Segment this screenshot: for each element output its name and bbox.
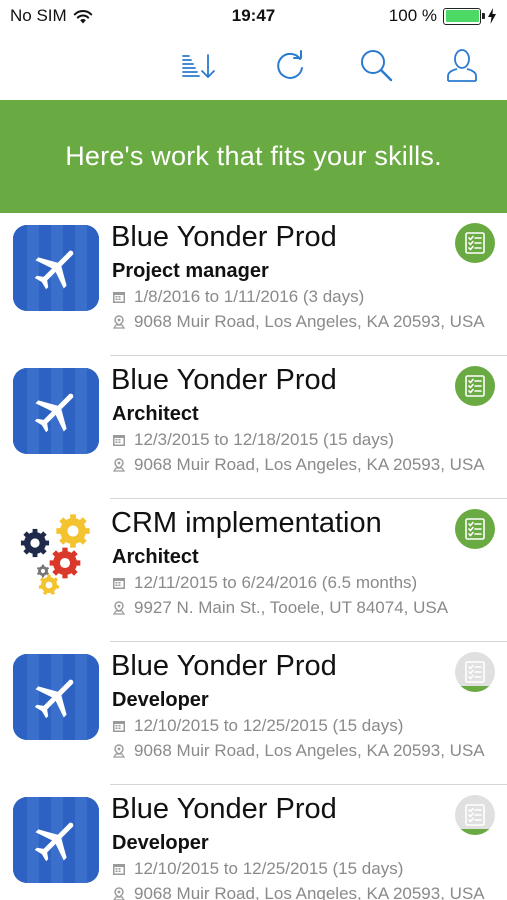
job-dates-text: 12/3/2015 to 12/18/2015 (15 days)	[134, 430, 394, 449]
battery-level	[445, 10, 479, 22]
calendar-icon	[113, 721, 125, 732]
profile-button[interactable]	[442, 46, 482, 86]
job-thumbnail	[13, 368, 99, 454]
calendar-icon	[113, 864, 125, 875]
job-role: Developer	[112, 689, 209, 711]
job-dates: 1/8/2016 to 1/11/2016 (3 days)	[112, 287, 504, 307]
job-list: Blue Yonder Prod Project manager 1/8/2016 …	[0, 213, 507, 900]
job-address-text: 9927 N. Main St., Tooele, UT 84074, USA	[134, 598, 449, 617]
airplane-icon	[13, 654, 99, 740]
job-list-item[interactable]: Blue Yonder Prod Developer 12/10/2015 to 1…	[0, 642, 507, 785]
toolbar	[0, 38, 507, 94]
status-right: 100 %	[389, 6, 497, 26]
job-list-item[interactable]: Blue Yonder Prod Developer 12/10/2015 to 1…	[0, 785, 507, 900]
job-list-item[interactable]: Blue Yonder Prod Project manager 1/8/2016 …	[0, 213, 507, 356]
job-dates: 12/3/2015 to 12/18/2015 (15 days)	[112, 430, 504, 450]
job-role: Project manager	[112, 260, 269, 282]
location-icon	[113, 887, 125, 900]
job-address-text: 9068 Muir Road, Los Angeles, KA 20593, U…	[134, 884, 485, 900]
job-status-badge[interactable]	[455, 795, 495, 835]
job-thumbnail	[13, 225, 99, 311]
job-dates-text: 1/8/2016 to 1/11/2016 (3 days)	[134, 287, 365, 306]
job-role: Developer	[112, 832, 209, 854]
job-address-text: 9068 Muir Road, Los Angeles, KA 20593, U…	[134, 455, 485, 474]
checklist-icon	[465, 804, 485, 826]
job-address: 9927 N. Main St., Tooele, UT 84074, USA	[112, 598, 504, 618]
battery-percent: 100 %	[388, 6, 437, 25]
job-status-badge[interactable]	[455, 652, 495, 692]
job-title: Blue Yonder Prod	[111, 221, 337, 253]
checklist-icon	[465, 661, 485, 683]
job-list-item[interactable]: CRM implementation Architect 12/11/2015 to…	[0, 499, 507, 642]
job-dates: 12/11/2015 to 6/24/2016 (6.5 months)	[112, 573, 504, 593]
job-address: 9068 Muir Road, Los Angeles, KA 20593, U…	[112, 312, 504, 332]
job-dates: 12/10/2015 to 12/25/2015 (15 days)	[112, 859, 504, 879]
job-title: Blue Yonder Prod	[111, 793, 337, 825]
checklist-icon	[465, 518, 485, 540]
charging-icon	[488, 8, 496, 24]
banner-text: Here's work that fits your skills.	[65, 141, 442, 171]
checklist-icon	[465, 375, 485, 397]
airplane-icon	[13, 797, 99, 883]
job-dates-text: 12/10/2015 to 12/25/2015 (15 days)	[134, 859, 404, 878]
calendar-icon	[113, 578, 125, 589]
job-status-badge[interactable]	[455, 509, 495, 549]
refresh-icon	[277, 50, 303, 79]
job-address: 9068 Muir Road, Los Angeles, KA 20593, U…	[112, 455, 504, 475]
job-role: Architect	[112, 546, 199, 568]
job-dates-text: 12/10/2015 to 12/25/2015 (15 days)	[134, 716, 404, 735]
job-thumbnail	[13, 511, 99, 597]
job-list-item[interactable]: Blue Yonder Prod Architect 12/3/2015 to 12…	[0, 356, 507, 499]
status-progress-bar	[455, 686, 495, 692]
job-address: 9068 Muir Road, Los Angeles, KA 20593, U…	[112, 741, 504, 761]
location-icon	[112, 601, 126, 615]
profile-icon	[447, 49, 477, 82]
location-icon	[112, 744, 126, 758]
job-title: Blue Yonder Prod	[111, 650, 337, 682]
job-dates-text: 12/11/2015 to 6/24/2016 (6.5 months)	[134, 573, 418, 592]
job-thumbnail	[13, 797, 99, 883]
search-icon	[361, 50, 393, 82]
job-address: 9068 Muir Road, Los Angeles, KA 20593, U…	[112, 884, 504, 900]
gears-icon	[20, 514, 90, 595]
job-address-text: 9068 Muir Road, Los Angeles, KA 20593, U…	[134, 741, 485, 760]
job-dates: 12/10/2015 to 12/25/2015 (15 days)	[112, 716, 504, 736]
job-status-badge[interactable]	[455, 366, 495, 406]
calendar-icon	[113, 292, 125, 303]
refresh-button[interactable]	[270, 46, 310, 86]
job-role: Architect	[112, 403, 199, 425]
status-progress-bar	[455, 829, 495, 835]
job-thumbnail	[13, 654, 99, 740]
airplane-icon	[13, 225, 99, 311]
location-icon	[112, 458, 126, 472]
job-address-text: 9068 Muir Road, Los Angeles, KA 20593, U…	[134, 312, 485, 331]
checklist-icon	[465, 232, 485, 254]
job-status-badge[interactable]	[455, 223, 495, 263]
skills-banner: Here's work that fits your skills.	[0, 100, 507, 213]
calendar-icon	[113, 435, 125, 446]
battery-icon	[443, 7, 485, 25]
status-bar: No SIM 19:47 100 %	[0, 0, 507, 30]
job-title: CRM implementation	[111, 507, 382, 539]
search-button[interactable]	[356, 46, 396, 86]
location-icon	[112, 315, 126, 329]
job-title: Blue Yonder Prod	[111, 364, 337, 396]
airplane-icon	[13, 368, 99, 454]
sort-icon	[182, 54, 215, 79]
sort-button[interactable]	[178, 46, 218, 86]
